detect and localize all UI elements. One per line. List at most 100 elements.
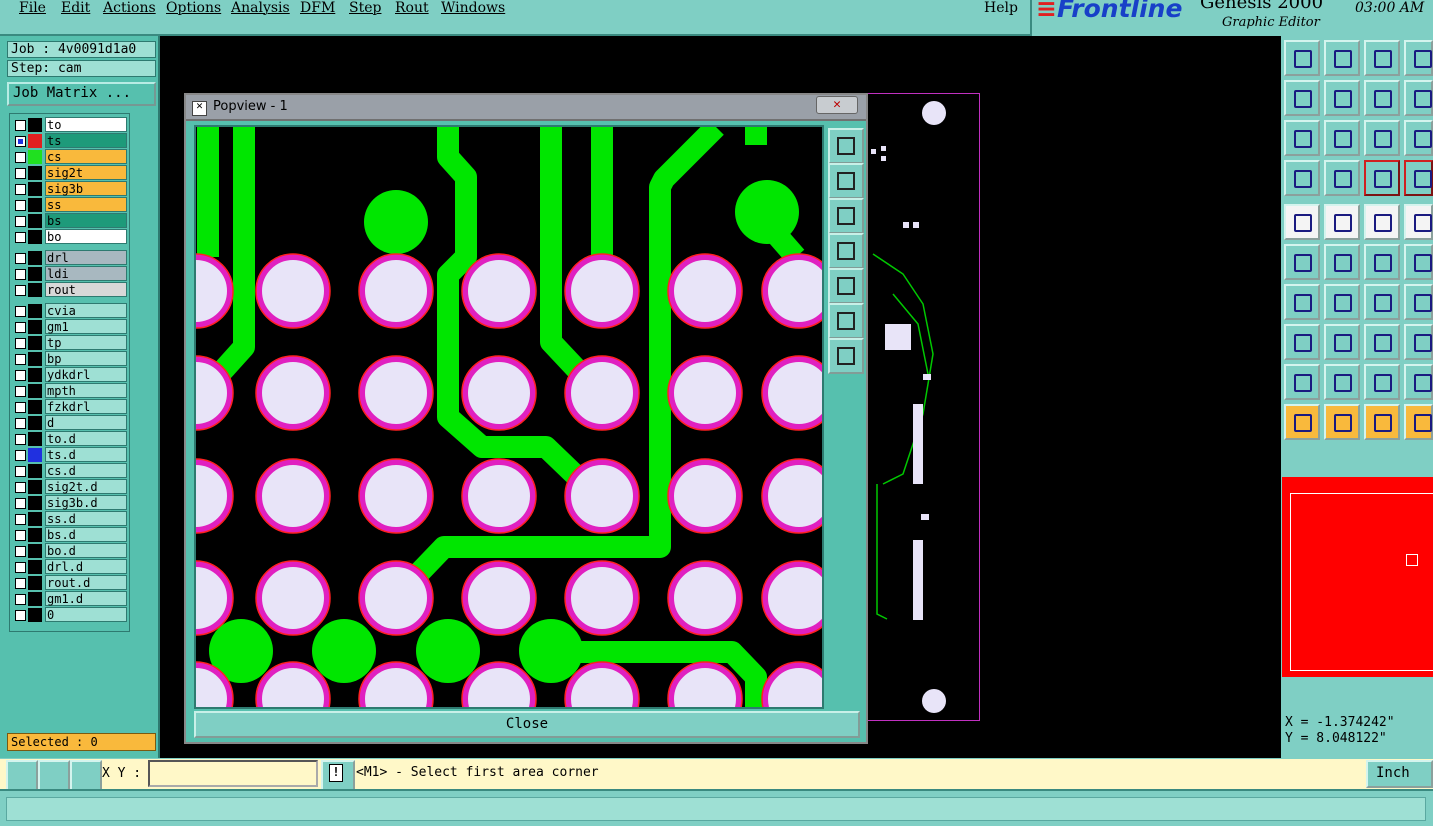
layer-name[interactable]: cvia (45, 303, 127, 318)
layer-row[interactable]: ss (10, 197, 131, 213)
layer-row[interactable]: rout.d (10, 575, 131, 591)
select-circle-icon[interactable] (1364, 404, 1400, 440)
units-selector[interactable]: Inch (1366, 760, 1433, 788)
layer-name[interactable]: ss.d (45, 511, 127, 526)
zoom-in-icon[interactable] (6, 760, 38, 792)
zoom-fit-icon[interactable] (1284, 120, 1320, 156)
slope-icon[interactable] (1324, 284, 1360, 320)
copy-pad-icon[interactable] (1284, 324, 1320, 360)
layer-checkbox[interactable] (15, 546, 26, 557)
query-icon[interactable] (1404, 120, 1433, 156)
pan-left-icon[interactable] (828, 233, 864, 269)
layer-checkbox[interactable] (15, 306, 26, 317)
layer-row[interactable]: to.d (10, 431, 131, 447)
menu-edit[interactable]: Edit (61, 0, 90, 16)
dash-icon[interactable] (1324, 324, 1360, 360)
layer-name[interactable]: bs (45, 213, 127, 228)
menu-rout[interactable]: Rout (395, 0, 429, 16)
pcb-zoom-view[interactable] (194, 125, 824, 709)
layer-row[interactable]: fzkdrl (10, 399, 131, 415)
layer-name[interactable]: tp (45, 335, 127, 350)
layer-name[interactable]: ldi (45, 266, 127, 281)
layer-name[interactable]: 0 (45, 607, 127, 622)
layer-row[interactable]: cs (10, 149, 131, 165)
layer-name[interactable]: rout.d (45, 575, 127, 590)
layer-name[interactable]: ss (45, 197, 127, 212)
layer-row[interactable]: cvia (10, 303, 131, 319)
measure-tool-icon[interactable] (1284, 160, 1320, 196)
menu-windows[interactable]: Windows (441, 0, 505, 16)
layer-row[interactable]: 0 (10, 607, 131, 623)
layer-row[interactable]: bo.d (10, 543, 131, 559)
layer-checkbox[interactable] (15, 200, 26, 211)
menu-step[interactable]: Step (349, 0, 381, 16)
zoom-fit-icon[interactable] (828, 303, 864, 339)
ruler-icon[interactable] (1364, 204, 1400, 240)
pan-up-icon[interactable] (1284, 40, 1320, 76)
layer-row[interactable]: tp (10, 335, 131, 351)
layer-checkbox[interactable] (15, 610, 26, 621)
scale-1-2-icon[interactable] (1364, 120, 1400, 156)
layer-row[interactable]: ss.d (10, 511, 131, 527)
snap-icon[interactable] (1364, 160, 1400, 196)
layer-name[interactable]: ts.d (45, 447, 127, 462)
layer-checkbox[interactable] (15, 152, 26, 163)
layer-row[interactable]: ydkdrl (10, 367, 131, 383)
layer-checkbox[interactable] (15, 562, 26, 573)
overview-minimap[interactable] (1282, 477, 1433, 677)
layer-checkbox[interactable] (15, 168, 26, 179)
layer-checkbox[interactable] (15, 354, 26, 365)
layer-checkbox[interactable] (15, 120, 26, 131)
popview-titlebar[interactable]: ✕ Popview - 1 (186, 95, 866, 121)
layer-checkbox[interactable] (15, 136, 26, 147)
layer-row[interactable]: sig2t (10, 165, 131, 181)
layer-checkbox[interactable] (15, 322, 26, 333)
layer-name[interactable]: mpth (45, 383, 127, 398)
layer-row[interactable]: ts (10, 133, 131, 149)
layer-row[interactable]: drl.d (10, 559, 131, 575)
layer-row[interactable]: ldi (10, 266, 131, 282)
layer-name[interactable]: bp (45, 351, 127, 366)
layer-name[interactable]: ts (45, 133, 127, 148)
select-arrow-icon[interactable] (1284, 404, 1320, 440)
layer-name[interactable]: d (45, 415, 127, 430)
menu-analysis[interactable]: Analysis (231, 0, 290, 16)
layer-checkbox[interactable] (15, 498, 26, 509)
pan-right-icon[interactable] (828, 268, 864, 304)
zoom-box-icon[interactable] (1404, 40, 1433, 76)
layer-checkbox[interactable] (15, 338, 26, 349)
zoom-center-icon[interactable] (1324, 120, 1360, 156)
connect-icon[interactable] (1284, 244, 1320, 280)
layer-name[interactable]: sig2t.d (45, 479, 127, 494)
layer-checkbox[interactable] (15, 466, 26, 477)
home-icon[interactable] (1364, 40, 1400, 76)
layer-checkbox[interactable] (15, 232, 26, 243)
layer-checkbox[interactable] (15, 418, 26, 429)
layer-row[interactable]: bs.d (10, 527, 131, 543)
layer-row[interactable]: d (10, 415, 131, 431)
layer-name[interactable]: drl (45, 250, 127, 265)
grid-icon[interactable] (70, 760, 102, 792)
layer-name[interactable]: bs.d (45, 527, 127, 542)
arrow-up-extra-icon[interactable] (1404, 364, 1433, 400)
layer-name[interactable]: to.d (45, 431, 127, 446)
layer-row[interactable]: bp (10, 351, 131, 367)
zoom-home-icon[interactable] (828, 338, 864, 374)
step-icon[interactable] (1404, 80, 1433, 116)
layer-name[interactable]: bo.d (45, 543, 127, 558)
layer-checkbox[interactable] (15, 253, 26, 264)
layer-row[interactable]: bs (10, 213, 131, 229)
layer-checkbox[interactable] (15, 184, 26, 195)
pan-right-icon[interactable] (1324, 80, 1360, 116)
add-pad-icon[interactable] (1284, 204, 1320, 240)
layer-checkbox[interactable] (15, 386, 26, 397)
layer-row[interactable]: rout (10, 282, 131, 298)
snap-alt-icon[interactable] (1404, 160, 1433, 196)
pan-down-icon[interactable] (828, 198, 864, 234)
layer-checkbox[interactable] (15, 402, 26, 413)
menu-file[interactable]: File (19, 0, 46, 16)
layer-checkbox[interactable] (15, 450, 26, 461)
distance-icon[interactable] (1364, 324, 1400, 360)
layer-checkbox[interactable] (15, 434, 26, 445)
layer-checkbox[interactable] (15, 370, 26, 381)
